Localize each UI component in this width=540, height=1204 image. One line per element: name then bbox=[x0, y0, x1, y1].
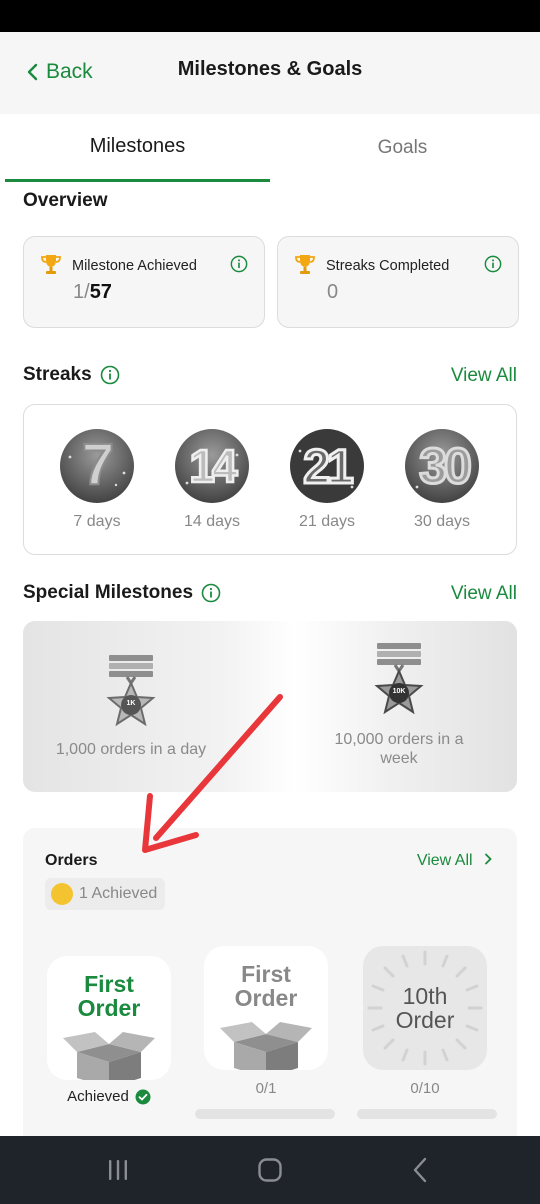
order-progress-text: 0/1 bbox=[255, 1080, 277, 1097]
special-view-all-link[interactable]: View All bbox=[451, 583, 517, 605]
trophy-icon bbox=[295, 255, 315, 274]
orders-view-all-link[interactable]: View All bbox=[417, 852, 493, 870]
streak-21-label: 21 days bbox=[298, 513, 356, 530]
order-badge-first-achieved[interactable]: First Order bbox=[47, 956, 171, 1080]
check-badge-icon bbox=[135, 1089, 151, 1104]
streak-14-badge-icon: 14 bbox=[175, 429, 249, 503]
streak-badge-14[interactable]: 14 14 days bbox=[167, 427, 257, 531]
home-button[interactable] bbox=[250, 1154, 290, 1186]
streak-7-label: 7 days bbox=[73, 513, 121, 530]
medal-10k-label: 10,000 orders in a week bbox=[334, 731, 464, 768]
back-nav-icon bbox=[413, 1157, 427, 1183]
recents-icon bbox=[109, 1160, 127, 1180]
streaks-completed-value: 0 bbox=[327, 281, 339, 303]
streak-30-number: 30 bbox=[419, 438, 470, 494]
order-progress-bar bbox=[195, 1109, 335, 1119]
status-bar bbox=[0, 0, 540, 32]
medal-1k-label: 1,000 orders in a day bbox=[55, 741, 207, 758]
streak-badge-7[interactable]: 7 7 days bbox=[52, 427, 142, 531]
milestone-achieved-label: Milestone Achieved bbox=[72, 258, 197, 274]
order-badge-title: First Order bbox=[204, 962, 328, 1010]
streak-30-badge-icon: 30 bbox=[405, 429, 479, 503]
medal-10k-icon[interactable]: 10K bbox=[369, 641, 429, 725]
order-progress-text: 0/10 bbox=[410, 1080, 440, 1097]
info-icon[interactable] bbox=[230, 255, 248, 273]
tab-milestones[interactable]: Milestones bbox=[5, 114, 270, 182]
order-badge-line2: Order bbox=[234, 985, 298, 1012]
achieved-chip: 1 Achieved bbox=[45, 878, 166, 910]
orders-view-all-label: View All bbox=[416, 852, 473, 869]
streaks-view-all-link[interactable]: View All bbox=[451, 365, 517, 387]
info-icon[interactable] bbox=[100, 365, 120, 385]
medal-1k-text: 1K bbox=[127, 700, 136, 707]
order-badge-10th[interactable]: 10th Order bbox=[363, 946, 487, 1070]
header: Back Milestones & Goals bbox=[0, 32, 540, 114]
recents-button[interactable] bbox=[98, 1154, 138, 1186]
streak-14-number: 14 bbox=[189, 440, 238, 492]
chevron-right-icon bbox=[485, 853, 492, 865]
order-achieved-status-text: Achieved bbox=[67, 1088, 129, 1105]
special-milestones-title: Special Milestones bbox=[23, 582, 221, 604]
streak-badge-21[interactable]: 21 21 days bbox=[282, 427, 372, 531]
special-milestones-title-text: Special Milestones bbox=[23, 582, 194, 603]
order-badge-line1: First bbox=[84, 971, 134, 997]
medal-1k-icon[interactable]: 1K bbox=[101, 653, 161, 737]
streak-30-label: 30 days bbox=[413, 513, 471, 530]
milestone-achieved-value: 1/57 bbox=[73, 281, 112, 303]
milestone-achieved-card[interactable]: Milestone Achieved 1/57 bbox=[23, 236, 265, 328]
achieved-chip-text: 1 Achieved bbox=[79, 885, 158, 902]
streaks-completed-card[interactable]: Streaks Completed 0 bbox=[277, 236, 519, 328]
milestone-achieved-done: 1 bbox=[73, 281, 85, 303]
milestone-achieved-total: 57 bbox=[89, 281, 112, 303]
party-face-icon bbox=[51, 883, 73, 905]
back-nav-button[interactable] bbox=[400, 1154, 440, 1186]
order-badge-title: 10th Order bbox=[363, 984, 487, 1032]
orders-title: Orders bbox=[45, 852, 98, 869]
streaks-title: Streaks bbox=[23, 364, 120, 386]
overview-title: Overview bbox=[23, 190, 108, 212]
streak-21-number: 21 bbox=[303, 441, 353, 494]
orders-card: Orders View All 1 Achieved First Order Ac… bbox=[23, 828, 517, 1148]
page-title: Milestones & Goals bbox=[177, 58, 363, 80]
info-icon[interactable] bbox=[201, 583, 221, 603]
open-box-icon bbox=[63, 1032, 155, 1080]
streaks-title-text: Streaks bbox=[23, 364, 92, 385]
tab-goals[interactable]: Goals bbox=[270, 114, 535, 182]
home-icon bbox=[258, 1158, 282, 1182]
streak-7-number: 7 bbox=[82, 432, 114, 497]
streak-14-label: 14 days bbox=[183, 513, 241, 530]
order-badge-line1: First bbox=[241, 961, 291, 987]
order-badge-title: First Order bbox=[47, 972, 171, 1020]
streaks-completed-label: Streaks Completed bbox=[326, 258, 450, 274]
order-badge-line1: 10th bbox=[402, 983, 448, 1009]
order-progress-bar bbox=[357, 1109, 497, 1119]
medal-10k-text: 10K bbox=[393, 688, 406, 695]
system-nav-bar bbox=[0, 1136, 540, 1204]
streak-7-badge-icon: 7 bbox=[60, 429, 134, 503]
info-icon[interactable] bbox=[484, 255, 502, 273]
tab-bar: Milestones Goals bbox=[0, 114, 540, 184]
trophy-icon bbox=[41, 255, 61, 274]
open-box-icon bbox=[220, 1022, 312, 1070]
order-badge-line2: Order bbox=[395, 1007, 455, 1034]
streaks-card: 7 7 days 14 14 days 21 21 days 30 30 day… bbox=[23, 404, 517, 555]
order-achieved-status: Achieved bbox=[47, 1088, 171, 1105]
order-badge-line2: Order bbox=[77, 995, 141, 1022]
special-milestones-card: 1K 1,000 orders in a day 10K 10,000 orde… bbox=[23, 621, 517, 792]
streak-badge-30[interactable]: 30 30 days bbox=[397, 427, 487, 531]
order-badge-first[interactable]: First Order bbox=[204, 946, 328, 1070]
streak-21-badge-icon: 21 bbox=[290, 429, 364, 503]
overview-title-text: Overview bbox=[23, 190, 108, 211]
